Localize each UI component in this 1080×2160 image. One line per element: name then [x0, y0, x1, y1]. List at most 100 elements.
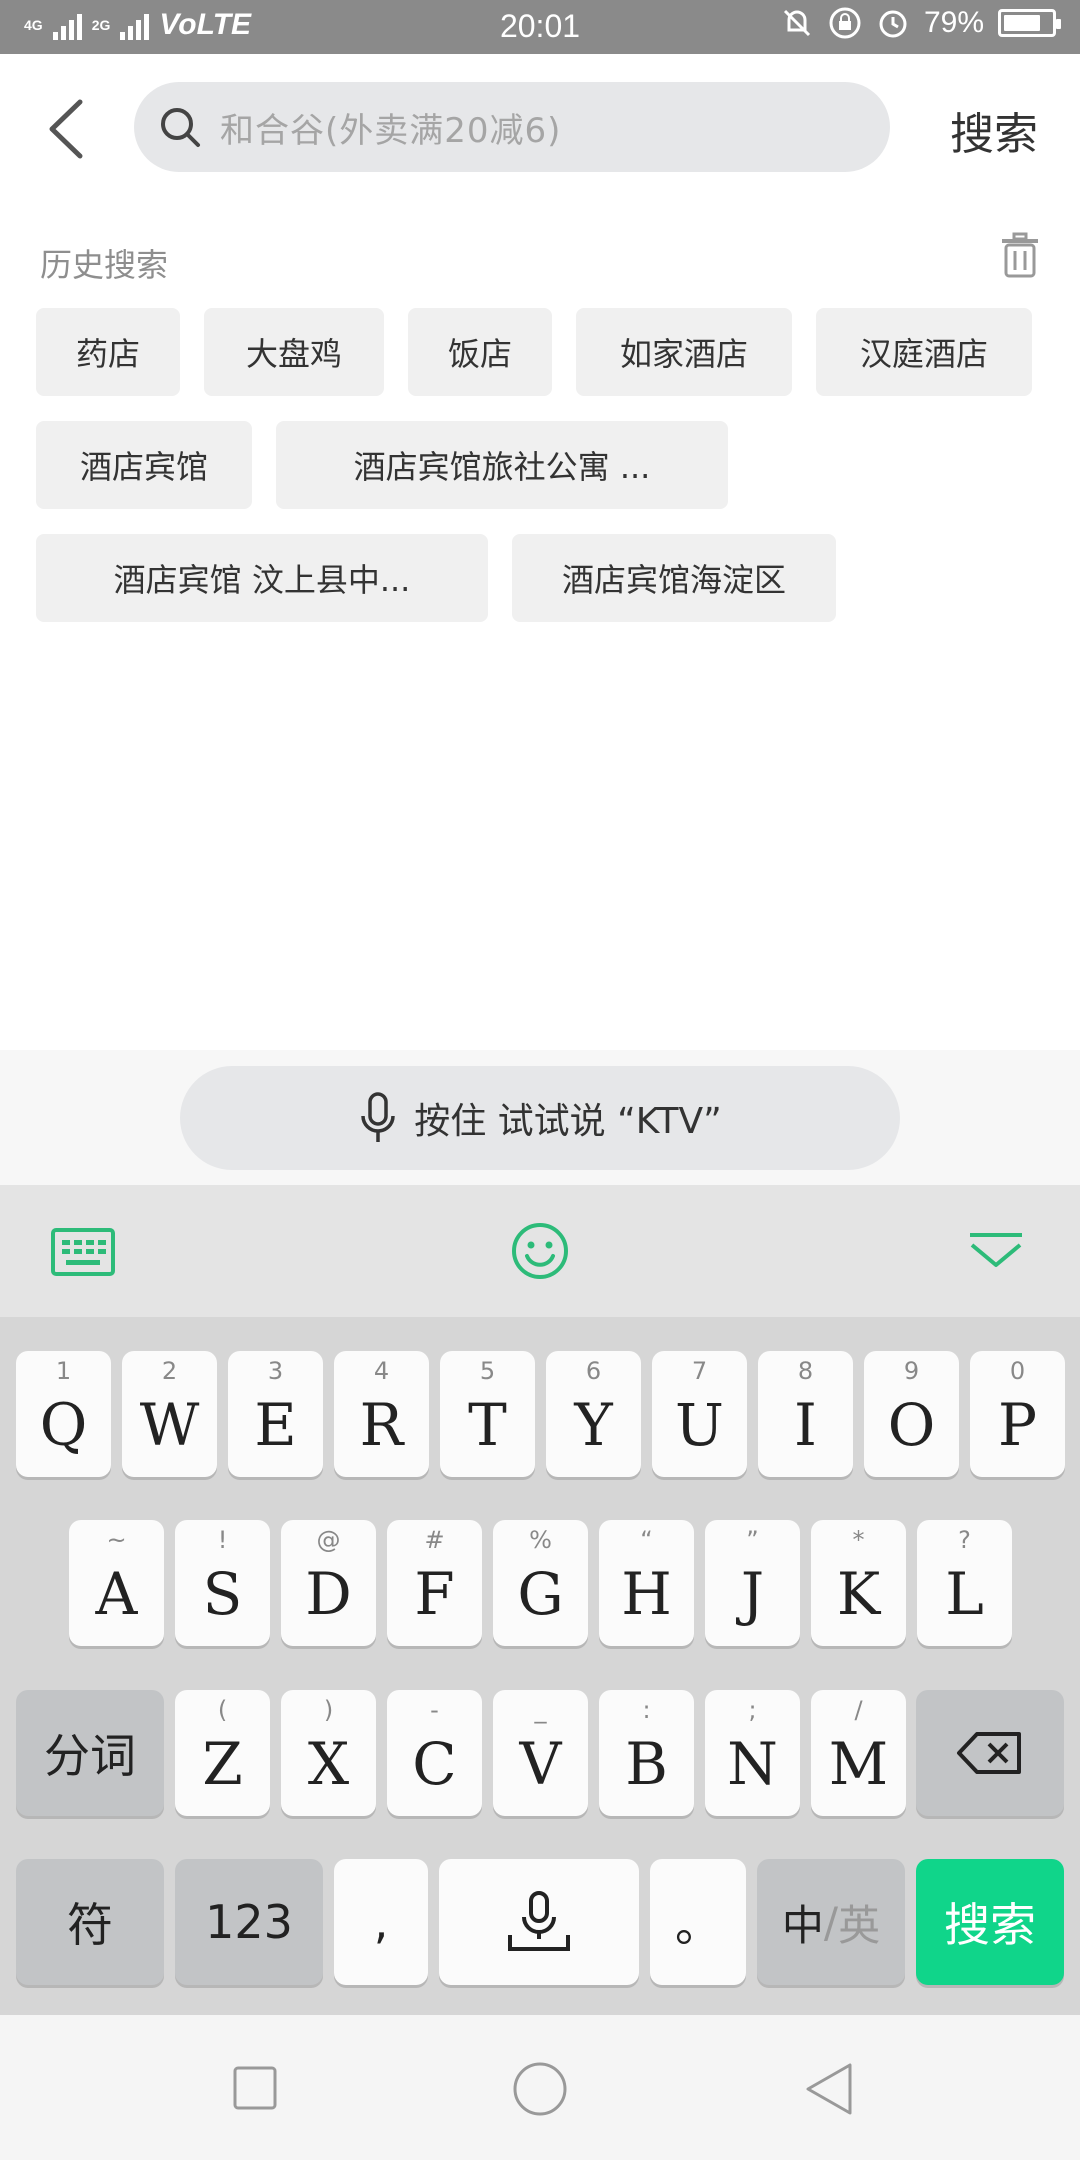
history-chip[interactable]: 酒店宾馆海淀区	[512, 534, 836, 622]
key-m[interactable]: / M	[811, 1690, 906, 1816]
key-s[interactable]: ! S	[175, 1520, 270, 1646]
key-b[interactable]: :B	[599, 1690, 694, 1816]
key-letter: Q	[39, 1391, 88, 1459]
key-segment-label: 分词	[44, 1729, 136, 1783]
key-hint: 6	[585, 1357, 602, 1385]
key-letter: R	[359, 1391, 404, 1459]
key-z[interactable]: (Z	[175, 1690, 270, 1816]
history-title: 历史搜索	[40, 246, 169, 284]
history-chip[interactable]: 酒店宾馆旅社公寓 ...	[276, 421, 728, 509]
key-period[interactable]: 。	[650, 1859, 746, 1985]
mute-icon	[783, 9, 811, 37]
key-d[interactable]: @ D	[281, 1520, 376, 1646]
key-h[interactable]: “H	[599, 1520, 694, 1646]
key-letter: U	[675, 1391, 724, 1459]
search-input[interactable]: 和合谷(外卖满20减6)	[134, 82, 890, 172]
keyboard-icon[interactable]	[50, 1227, 116, 1277]
key-letter: H	[621, 1560, 672, 1628]
key-k[interactable]: * K	[811, 1520, 906, 1646]
back-icon[interactable]	[40, 94, 100, 164]
key-letter: B	[625, 1730, 668, 1798]
key-segment[interactable]: 分词	[16, 1690, 164, 1816]
key-hint: ;	[748, 1696, 757, 1724]
history-chip[interactable]: 酒店宾馆	[36, 421, 252, 509]
key-hint: (	[217, 1696, 228, 1724]
voice-hold-button[interactable]: 按住 试试说 “KTV”	[180, 1066, 900, 1170]
key-j[interactable]: ” J	[705, 1520, 800, 1646]
key-g[interactable]: % G	[493, 1520, 588, 1646]
key-letter: Y	[574, 1391, 613, 1459]
recent-apps-icon[interactable]	[232, 2065, 278, 2111]
voice-hint-label: 按住 试试说 “KTV”	[414, 1101, 722, 1142]
key-letter: C	[412, 1730, 457, 1798]
history-chip[interactable]: 如家酒店	[576, 308, 792, 396]
key-hint: /	[854, 1696, 863, 1724]
key-e[interactable]: 3E	[228, 1351, 323, 1477]
key-hint: -	[430, 1696, 439, 1724]
key-hint: 1	[55, 1357, 72, 1385]
key-letter: K	[836, 1560, 881, 1628]
keyboard: 1Q2W3E4R5T6Y7U8I9O0P ~ A! S @ D # F% G “H” J * K? L …	[0, 1317, 1080, 2015]
key-hint: *	[852, 1526, 865, 1554]
key-letter: W	[139, 1391, 200, 1459]
key-hint: 0	[1009, 1357, 1026, 1385]
alarm-icon	[879, 10, 907, 38]
key-search-label: 搜索	[944, 1898, 1036, 1952]
key-w[interactable]: 2W	[122, 1351, 217, 1477]
key-l[interactable]: ? L	[917, 1520, 1012, 1646]
key-hint: 4	[373, 1357, 390, 1385]
microphone-icon	[508, 1891, 570, 1951]
key-y[interactable]: 6Y	[546, 1351, 641, 1477]
collapse-keyboard-icon[interactable]	[966, 1231, 1026, 1271]
keyboard-toolbar	[0, 1185, 1080, 1317]
key-symbols-label: 符	[67, 1898, 113, 1952]
key-comma[interactable]: ,	[334, 1859, 428, 1985]
key-c[interactable]: -C	[387, 1690, 482, 1816]
key-letter: O	[887, 1391, 936, 1459]
emoji-icon[interactable]	[510, 1221, 570, 1281]
key-language-switch[interactable]: 中 / 英	[757, 1859, 905, 1985]
key-t[interactable]: 5T	[440, 1351, 535, 1477]
navigation-bar	[0, 2015, 1080, 2160]
key-q[interactable]: 1Q	[16, 1351, 111, 1477]
battery-icon	[998, 9, 1061, 37]
history-chip[interactable]: 酒店宾馆 汶上县中...	[36, 534, 488, 622]
key-letter: F	[414, 1560, 455, 1628]
key-x[interactable]: ) X	[281, 1690, 376, 1816]
key-letter: X	[307, 1730, 350, 1798]
search-button[interactable]: 搜索	[950, 98, 1038, 162]
trash-icon[interactable]	[1000, 232, 1040, 278]
key-a[interactable]: ~ A	[69, 1520, 164, 1646]
history-chip[interactable]: 饭店	[408, 308, 552, 396]
key-numbers[interactable]: 123	[175, 1859, 323, 1985]
key-o[interactable]: 9O	[864, 1351, 959, 1477]
key-v[interactable]: _ V	[493, 1690, 588, 1816]
back-nav-icon[interactable]	[804, 2061, 854, 2117]
key-hint: ~	[106, 1526, 127, 1554]
key-voice[interactable]	[439, 1859, 639, 1985]
key-search-enter[interactable]: 搜索	[916, 1859, 1064, 1985]
key-letter: I	[794, 1391, 817, 1459]
search-header: 和合谷(外卖满20减6) 搜索	[0, 54, 1080, 204]
history-chip[interactable]: 药店	[36, 308, 180, 396]
home-icon[interactable]	[512, 2061, 568, 2117]
key-letter: T	[468, 1391, 507, 1459]
search-placeholder: 和合谷(外卖满20减6)	[220, 110, 562, 151]
key-i[interactable]: 8I	[758, 1351, 853, 1477]
voice-input-area: 按住 试试说 “KTV”	[0, 1050, 1080, 1185]
key-hint: _	[534, 1696, 547, 1724]
history-chip[interactable]: 汉庭酒店	[816, 308, 1032, 396]
key-hint: 2	[161, 1357, 178, 1385]
key-p[interactable]: 0P	[970, 1351, 1065, 1477]
key-r[interactable]: 4R	[334, 1351, 429, 1477]
key-backspace[interactable]	[916, 1690, 1064, 1816]
key-letter: P	[997, 1391, 1038, 1459]
key-letter: A	[95, 1560, 138, 1628]
key-n[interactable]: ; N	[705, 1690, 800, 1816]
key-u[interactable]: 7U	[652, 1351, 747, 1477]
key-letter: M	[828, 1730, 889, 1798]
history-chip[interactable]: 大盘鸡	[204, 308, 384, 396]
key-hint: %	[529, 1526, 552, 1554]
key-f[interactable]: # F	[387, 1520, 482, 1646]
key-symbols[interactable]: 符	[16, 1859, 164, 1985]
